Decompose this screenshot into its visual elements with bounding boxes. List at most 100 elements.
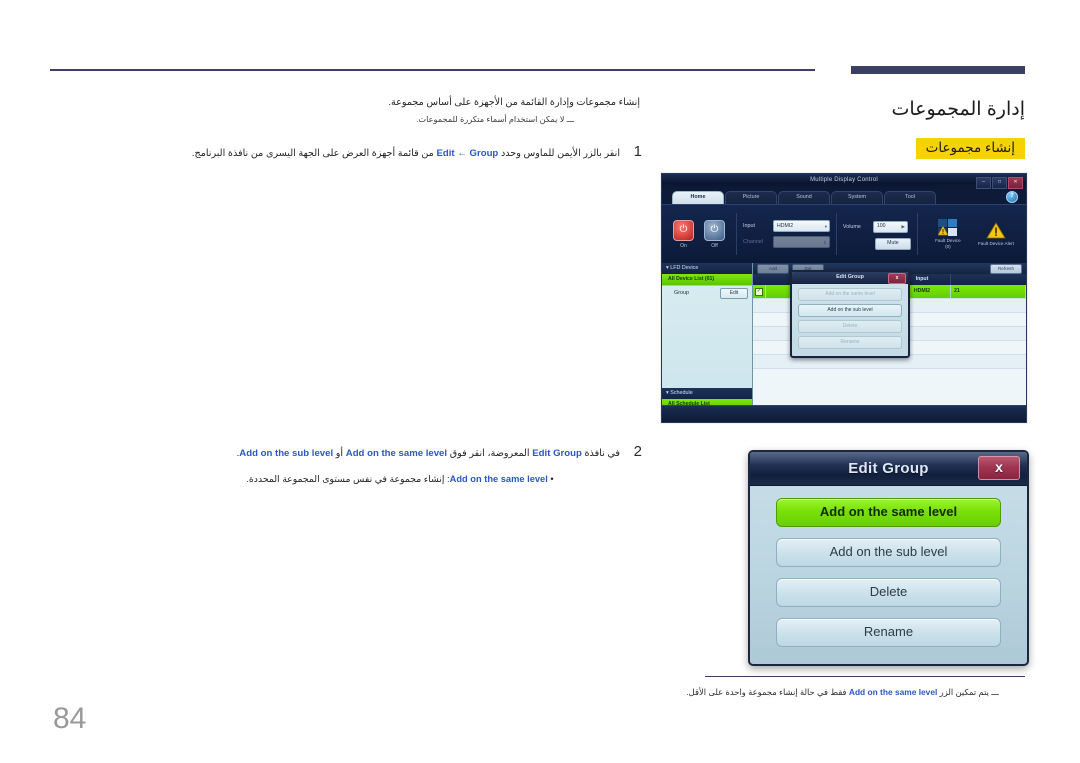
mini-dialog-title-bar: Edit Group x [792, 272, 908, 284]
fault-device-control[interactable]: Fault Device (0) [927, 218, 969, 249]
volume-label: Volume [842, 223, 861, 230]
page-title: إدارة المجموعات [891, 99, 1025, 120]
step-1: 1 انقر بالزر الأيمن للماوس وحدد Edit ← G… [190, 143, 642, 161]
tab-home[interactable]: Home [672, 191, 724, 204]
tab-picture[interactable]: Picture [725, 191, 777, 204]
app-window-title: Multiple Display Control [810, 177, 878, 183]
step-2-text: في نافذة Edit Group المعروضة، انقر فوق A… [236, 448, 620, 459]
row-checkbox-cell[interactable]: ✓ [753, 285, 766, 298]
step-2: 2 في نافذة Edit Group المعروضة، انقر فوق… [180, 443, 642, 461]
step-1-text: انقر بالزر الأيمن للماوس وحدد Edit ← Gro… [191, 148, 620, 159]
close-icon: ✕ [1013, 179, 1018, 185]
footnote-rule [705, 676, 1025, 677]
step-2-number: 2 [633, 443, 642, 460]
app-status-bar [662, 405, 1026, 422]
close-button[interactable]: ✕ [1008, 177, 1023, 189]
mini-add-sub-level-button[interactable]: Add on the sub level [798, 304, 902, 317]
lfd-device-header[interactable]: ▾ LFD Device [662, 263, 752, 274]
dialog-body: Add on the same level Add on the sub lev… [750, 486, 1027, 657]
play-arrow-icon: ▶ [901, 224, 905, 229]
maximize-icon: □ [997, 179, 1002, 185]
power-on-label: On [680, 242, 687, 249]
maximize-button[interactable]: □ [992, 177, 1007, 189]
group-edit-button[interactable]: Edit [720, 287, 748, 299]
fault-alert-label: Fault Device Alert [977, 240, 1014, 246]
section-heading: إنشاء مجموعات [915, 138, 1025, 159]
section-heading-wrap: إنشاء مجموعات [705, 138, 1025, 159]
ribbon-separator-1 [736, 213, 737, 255]
input-select[interactable]: HDMI2 ▾ [772, 220, 830, 232]
volume-row: Volume 100 ▶ [842, 220, 908, 233]
power-on-icon: ⏻ [673, 219, 694, 241]
dialog-close-button[interactable]: x [978, 456, 1020, 480]
input-group: Input HDMI2 ▾ Channel ⇳ [743, 218, 830, 250]
tab-tool[interactable]: Tool [884, 191, 936, 204]
tab-system[interactable]: System [831, 191, 883, 204]
page-number: 84 [53, 702, 87, 735]
chevron-down-icon: ▾ [824, 223, 827, 229]
power-on-control[interactable]: ⏻ On [673, 219, 694, 249]
group-tree-item[interactable]: Group Edit [662, 286, 752, 300]
volume-field[interactable]: 100 ▶ [872, 220, 908, 233]
tab-sound[interactable]: Sound [778, 191, 830, 204]
footnote: ـــ يتم تمكين الزر Add on the same level… [686, 687, 999, 697]
mini-rename-button[interactable]: Rename [798, 336, 902, 349]
schedule-header[interactable]: ▾ Schedule [662, 388, 752, 399]
delete-button[interactable]: Delete [776, 578, 1001, 607]
rename-button[interactable]: Rename [776, 618, 1001, 647]
edit-group-dialog: Edit Group x Add on the same level Add o… [748, 450, 1029, 666]
intro-note: ـــ لا يمكن استخدام أسماء متكررة للمجموع… [416, 115, 574, 124]
step-2-bullet: • Add on the same level: إنشاء مجموعة في… [246, 474, 554, 484]
power-off-icon: ⏻ [704, 219, 725, 241]
warning-triangle-icon [986, 221, 1006, 239]
mini-delete-button[interactable]: Delete [798, 320, 902, 333]
minimize-icon: – [982, 179, 985, 185]
refresh-button[interactable]: Refresh [990, 263, 1022, 274]
header-accent-bar [851, 66, 1025, 74]
app-content-area: ▾ LFD Device All Device List (01) Group … [662, 263, 1026, 418]
add-on-sub-level-button[interactable]: Add on the sub level [776, 538, 1001, 567]
power-off-label: Off [711, 242, 718, 249]
fault-device-icon [937, 218, 958, 236]
input-label: Input [742, 223, 755, 229]
input-value: HDMI2 [776, 222, 794, 229]
device-tree-filler [662, 300, 752, 388]
mini-edit-group-dialog: Edit Group x Add on the same level Add o… [790, 270, 910, 358]
step-1-number: 1 [633, 143, 642, 160]
all-device-list-item[interactable]: All Device List (01) [662, 274, 752, 286]
app-tab-bar: Home Picture Sound System Tool ? [662, 190, 1026, 204]
power-off-control[interactable]: ⏻ Off [704, 219, 725, 249]
ribbon-separator-3 [916, 213, 918, 255]
minimize-button[interactable]: – [976, 177, 991, 189]
volume-value: 100 [876, 223, 886, 229]
mini-dialog-body: Add on the same level Add on the sub lev… [792, 284, 908, 353]
mini-add-same-level-button[interactable]: Add on the same level [798, 288, 902, 301]
channel-select[interactable]: ⇳ [772, 236, 830, 248]
window-controls: – □ ✕ [976, 177, 1023, 189]
channel-label: Channel [742, 239, 764, 245]
row-extra: 21 [951, 285, 1026, 298]
mdc-app-screenshot: Multiple Display Control – □ ✕ Home Pict… [661, 173, 1027, 423]
fault-device-label: Fault Device (0) [935, 237, 961, 249]
group-label: Group [674, 290, 689, 296]
help-icon[interactable]: ? [1006, 191, 1018, 203]
add-on-same-level-button[interactable]: Add on the same level [776, 498, 1001, 527]
fault-alert-control[interactable]: Fault Device Alert [975, 221, 1017, 247]
mini-dialog-close-icon[interactable]: x [888, 273, 906, 284]
header-rule [50, 69, 815, 71]
intro-paragraph: إنشاء مجموعات وإدارة القائمة من الأجهزة … [388, 97, 640, 108]
channel-row: Channel ⇳ [743, 236, 830, 248]
manual-page: إدارة المجموعات إنشاء مجموعات إنشاء مجمو… [0, 0, 1080, 763]
input-row: Input HDMI2 ▾ [743, 220, 830, 232]
power-group: ⏻ On ⏻ Off [668, 219, 730, 249]
app-title-bar: Multiple Display Control – □ ✕ [662, 174, 1026, 190]
add-button[interactable]: Add [757, 263, 789, 274]
app-ribbon: ⏻ On ⏻ Off Input HDMI2 ▾ Channel ⇳ Volum… [662, 204, 1026, 263]
checkbox-icon: ✓ [755, 288, 763, 296]
stepper-icon: ⇳ [823, 239, 827, 245]
device-tree-panel: ▾ LFD Device All Device List (01) Group … [662, 263, 753, 417]
ribbon-separator-2 [835, 213, 837, 255]
volume-group: Volume 100 ▶ Mute [843, 219, 911, 250]
mute-button[interactable]: Mute [874, 237, 911, 250]
dialog-title-bar: Edit Group x [750, 452, 1027, 486]
